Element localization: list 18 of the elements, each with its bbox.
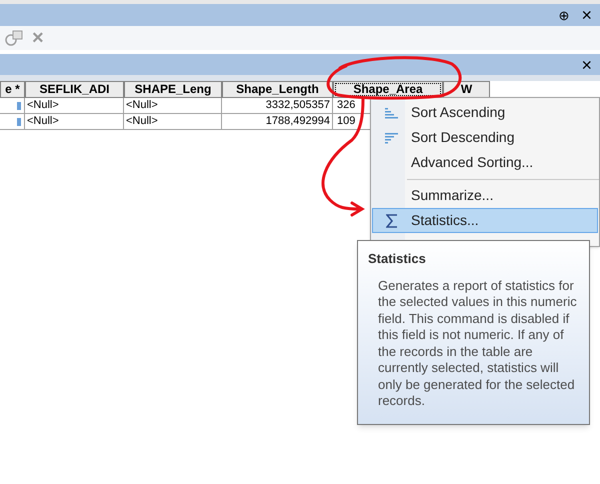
- menu-item[interactable]: Advanced Sorting...: [372, 150, 598, 175]
- table-cell: <Null>: [124, 98, 222, 114]
- column-header[interactable]: SHAPE_Leng: [124, 81, 222, 98]
- pin-button[interactable]: ⊕: [554, 8, 574, 22]
- table-cell: <Null>: [25, 114, 124, 130]
- tooltip-text: Generates a report of statistics for the selected values in this numeric field. This command is disabled if this field is not numeric. If any of the records in the table are currently selected, statistics will only be generated for the selected records.: [378, 278, 578, 410]
- tooltip-title: Statistics: [368, 250, 427, 268]
- close-button[interactable]: ×: [577, 6, 596, 24]
- menu-item[interactable]: Summarize...: [372, 183, 598, 208]
- column-header[interactable]: e *: [0, 81, 25, 98]
- menu-item[interactable]: Statistics...: [372, 208, 598, 233]
- column-header[interactable]: Shape_Length: [222, 81, 333, 98]
- table-cell: 3332,505357: [222, 98, 333, 114]
- table-cell: 1788,492994: [222, 114, 333, 130]
- table-cell: <Null>: [124, 114, 222, 130]
- close-button[interactable]: ×: [581, 56, 592, 74]
- column-header[interactable]: SEFLIK_ADI: [25, 81, 124, 98]
- table-cell: <Null>: [25, 98, 124, 114]
